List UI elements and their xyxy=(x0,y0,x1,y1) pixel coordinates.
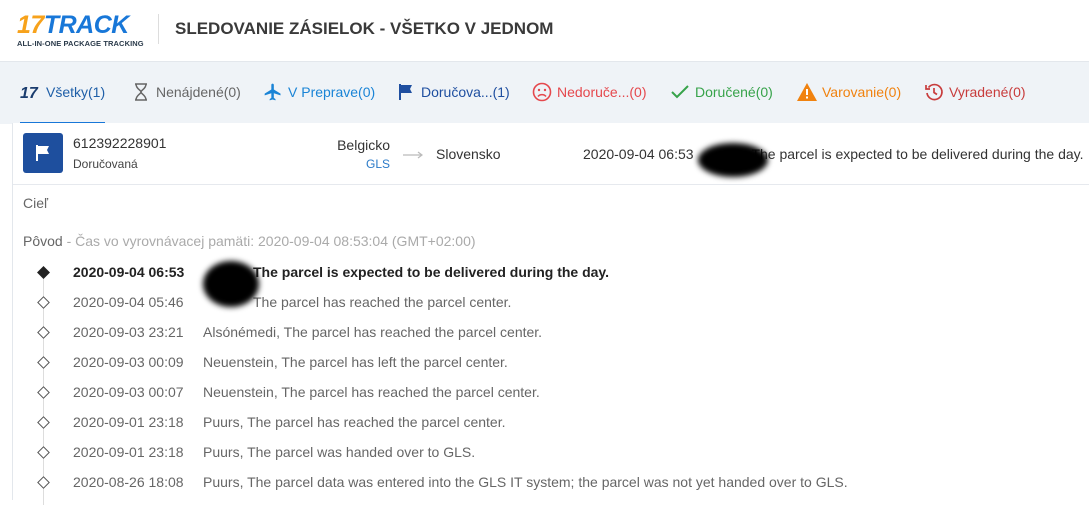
sad-face-icon xyxy=(531,81,553,103)
check-icon xyxy=(669,81,691,103)
carrier-link[interactable]: GLS xyxy=(337,157,390,171)
redaction-mark xyxy=(698,143,768,177)
tab-all-label: Všetky(1) xyxy=(46,84,106,100)
tab-not-found-label: Nenájdené(0) xyxy=(156,84,241,100)
event-text: Neuenstein, The parcel has reached the p… xyxy=(203,384,540,400)
timeline-event: 2020-09-04 06:53 The parcel is expected … xyxy=(13,263,1089,283)
tab-out-for-delivery-label: Doručova...(1) xyxy=(421,84,510,100)
timeline-event: 2020-09-03 00:07 Neuenstein, The parcel … xyxy=(13,383,1089,403)
tab-expired-label: Vyradené(0) xyxy=(949,84,1026,100)
status-tabs: 17 Všetky(1) Nenájdené(0) V Preprave(0) … xyxy=(0,61,1089,124)
shipment-summary[interactable]: 612392228901 Doručovaná Belgicko GLS Slo… xyxy=(13,123,1089,185)
tab-not-found[interactable]: Nenájdené(0) xyxy=(130,62,241,122)
timeline-event: 2020-08-26 18:08 Puurs, The parcel data … xyxy=(13,473,1089,493)
header-divider xyxy=(158,14,159,44)
timeline-event: 2020-09-01 23:18 Puurs, The parcel has r… xyxy=(13,413,1089,433)
event-text: The parcel is expected to be delivered d… xyxy=(203,264,609,280)
event-text: Alsónémedi, The parcel has reached the p… xyxy=(203,324,543,340)
tab-expired[interactable]: Vyradené(0) xyxy=(923,62,1026,122)
flag-icon xyxy=(36,145,49,161)
last-event: 2020-09-04 06:53 The parcel is expected … xyxy=(583,146,1084,162)
history-icon xyxy=(923,81,945,103)
event-text: Neuenstein, The parcel has left the parc… xyxy=(203,354,508,370)
origin-section-title: Pôvod xyxy=(23,233,63,249)
timeline-dot-icon xyxy=(37,326,50,339)
svg-text:17: 17 xyxy=(20,85,39,100)
status-flag-badge xyxy=(23,133,63,173)
tab-alert-label: Varovanie(0) xyxy=(822,84,902,100)
redaction-mark xyxy=(203,261,259,307)
tracking-number[interactable]: 612392228901 xyxy=(73,135,166,151)
event-text-visible: The parcel is expected to be delivered d… xyxy=(253,264,610,280)
17-icon: 17 xyxy=(20,81,42,103)
origin-section-label[interactable]: Pôvod - Čas vo vyrovnávacej pamäti: 2020… xyxy=(23,233,476,249)
timeline-event: 2020-09-04 05:46 The parcel has reached … xyxy=(13,293,1089,313)
tab-delivered[interactable]: Doručené(0) xyxy=(669,62,773,122)
warning-icon xyxy=(796,81,818,103)
timeline-dot-icon xyxy=(37,416,50,429)
tab-in-transit[interactable]: V Preprave(0) xyxy=(262,62,375,122)
tab-alert[interactable]: Varovanie(0) xyxy=(796,62,901,122)
tab-delivered-label: Doručené(0) xyxy=(695,84,773,100)
event-time: 2020-08-26 18:08 xyxy=(73,474,184,490)
tab-in-transit-label: V Preprave(0) xyxy=(288,84,376,100)
destination-section-label[interactable]: Cieľ xyxy=(23,195,48,211)
timeline-dot-icon xyxy=(37,356,50,369)
event-time: 2020-09-03 00:09 xyxy=(73,354,184,370)
event-time: 2020-09-04 06:53 xyxy=(73,264,185,280)
tracking-timeline: 2020-09-04 06:53 The parcel is expected … xyxy=(13,261,1089,505)
logo-tagline: ALL-IN-ONE PACKAGE TRACKING xyxy=(17,39,144,48)
origin-country: Belgicko xyxy=(337,137,390,153)
timeline-dot-icon xyxy=(37,476,50,489)
timeline-dot-icon xyxy=(37,296,50,309)
tab-all[interactable]: 17 Všetky(1) xyxy=(20,62,106,124)
flag-icon xyxy=(395,81,417,103)
hourglass-icon xyxy=(130,81,152,103)
app-header: 17TRACK ALL-IN-ONE PACKAGE TRACKING SLED… xyxy=(0,0,1089,60)
event-time: 2020-09-03 23:21 xyxy=(73,324,184,340)
timeline-event: 2020-09-03 23:21 Alsónémedi, The parcel … xyxy=(13,323,1089,343)
timeline-event: 2020-09-01 23:18 Puurs, The parcel was h… xyxy=(13,443,1089,463)
logo[interactable]: 17TRACK ALL-IN-ONE PACKAGE TRACKING xyxy=(17,12,144,48)
event-time: 2020-09-01 23:18 xyxy=(73,414,184,430)
logo-word: TRACK xyxy=(43,11,130,39)
page-title: SLEDOVANIE ZÁSIELOK - VŠETKO V JEDNOM xyxy=(175,19,554,38)
arrow-right-icon xyxy=(403,151,423,159)
event-text: Puurs, The parcel was handed over to GLS… xyxy=(203,444,476,460)
tab-undelivered-label: Nedoruče...(0) xyxy=(557,84,647,100)
timeline-dot-icon xyxy=(37,446,50,459)
logo-number: 17 xyxy=(17,11,44,39)
cache-note: - Čas vo vyrovnávacej pamäti: 2020-09-04… xyxy=(62,233,476,249)
event-time: 2020-09-03 00:07 xyxy=(73,384,184,400)
tab-out-for-delivery[interactable]: Doručova...(1) xyxy=(395,62,510,122)
event-time: 2020-09-01 23:18 xyxy=(73,444,184,460)
event-text: Puurs, The parcel data was entered into … xyxy=(203,474,848,490)
event-text: Puurs, The parcel has reached the parcel… xyxy=(203,414,506,430)
event-time: 2020-09-04 05:46 xyxy=(73,294,184,310)
timeline-dot-icon xyxy=(37,386,50,399)
airplane-icon xyxy=(262,81,284,103)
timeline-dot-icon xyxy=(37,266,50,279)
origin-block: Belgicko GLS xyxy=(337,137,390,171)
timeline-event: 2020-09-03 00:09 Neuenstein, The parcel … xyxy=(13,353,1089,373)
last-event-text: The parcel is expected to be delivered d… xyxy=(751,146,1084,162)
destination-country: Slovensko xyxy=(436,146,501,162)
shipment-card: 612392228901 Doručovaná Belgicko GLS Slo… xyxy=(12,123,1089,505)
shipment-status: Doručovaná xyxy=(73,157,138,171)
event-text-visible: The parcel has reached the parcel center… xyxy=(253,294,512,310)
tab-undelivered[interactable]: Nedoruče...(0) xyxy=(531,62,646,122)
last-event-time: 2020-09-04 06:53 xyxy=(583,146,694,162)
